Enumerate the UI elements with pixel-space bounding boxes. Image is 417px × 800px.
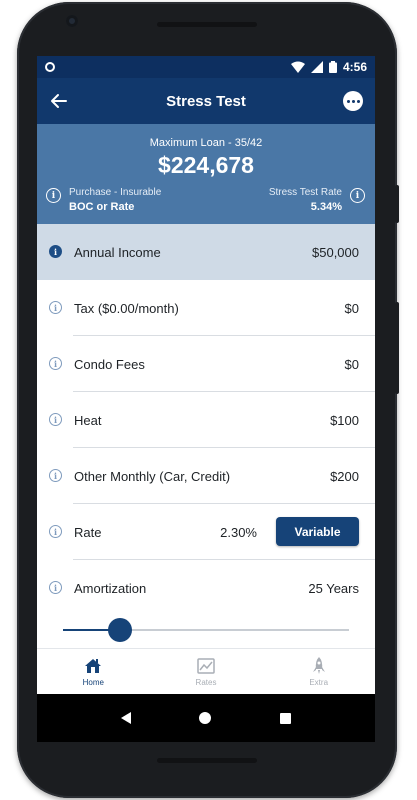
loan-summary: Maximum Loan - 35/42 $224,678 i Purchase…	[37, 124, 375, 224]
row-label: Tax ($0.00/month)	[74, 300, 179, 316]
wifi-icon	[290, 61, 305, 73]
info-icon[interactable]: i	[350, 188, 365, 203]
status-time: 4:56	[342, 60, 367, 74]
system-navigation-bar	[37, 694, 375, 742]
notification-icon	[45, 62, 55, 72]
row-label: Condo Fees	[74, 356, 145, 372]
info-icon[interactable]: i	[49, 245, 62, 258]
stress-test-rate-label: Stress Test Rate	[268, 187, 342, 198]
row-label: Rate	[74, 524, 102, 540]
stress-test-rate-value: 5.34%	[310, 201, 342, 213]
back-arrow-icon[interactable]	[49, 91, 69, 111]
volume-button	[395, 302, 399, 394]
row-annual-income[interactable]: i Annual Income $50,000	[37, 224, 375, 280]
row-other-monthly[interactable]: i Other Monthly (Car, Credit) $200	[37, 448, 375, 504]
system-recents-icon[interactable]	[279, 712, 291, 724]
row-heat[interactable]: i Heat $100	[37, 392, 375, 448]
row-label: Annual Income	[74, 244, 161, 260]
row-label: Amortization	[74, 580, 147, 596]
row-value: $100	[330, 412, 359, 428]
system-home-icon[interactable]	[199, 712, 212, 724]
earpiece-speaker	[157, 22, 257, 27]
row-amortization[interactable]: i Amortization 25 Years	[37, 560, 375, 616]
tab-extra[interactable]: Extra	[262, 649, 375, 694]
power-button	[395, 185, 399, 223]
system-back-icon[interactable]	[121, 712, 132, 724]
tab-label: Extra	[309, 678, 329, 687]
info-icon[interactable]: i	[49, 413, 62, 426]
row-label: Heat	[74, 412, 102, 428]
info-icon[interactable]: i	[49, 525, 62, 538]
row-rate[interactable]: i Rate 2.30% Variable	[37, 504, 375, 560]
info-icon[interactable]: i	[46, 188, 61, 203]
status-bar: 4:56	[37, 56, 375, 78]
row-value: $200	[330, 468, 359, 484]
info-icon[interactable]: i	[49, 469, 62, 482]
row-tax[interactable]: i Tax ($0.00/month) $0	[37, 280, 375, 336]
rocket-icon	[312, 657, 325, 674]
bottom-navigation: Home Rates Extra	[37, 648, 375, 694]
purchase-type-label: Purchase - Insurable	[69, 187, 162, 198]
summary-subtitle: Maximum Loan - 35/42	[149, 137, 263, 149]
amortization-slider[interactable]	[63, 616, 349, 644]
tab-label: Home	[82, 678, 104, 687]
more-icon[interactable]	[343, 91, 363, 111]
row-label: Other Monthly (Car, Credit)	[74, 468, 231, 484]
signal-icon	[310, 61, 323, 73]
row-value: $50,000	[312, 244, 359, 260]
row-value: 25 Years	[308, 580, 359, 596]
status-icons: 4:56	[290, 60, 367, 74]
tab-home[interactable]: Home	[37, 649, 150, 694]
variable-rate-button[interactable]: Variable	[276, 517, 359, 546]
home-icon	[85, 659, 102, 673]
front-camera	[66, 15, 78, 27]
tab-rates[interactable]: Rates	[150, 649, 263, 694]
screen: 4:56 Stress Test Maximum Loan - 35/42 $2…	[37, 56, 375, 742]
app-bar: Stress Test	[37, 78, 375, 124]
row-condo-fees[interactable]: i Condo Fees $0	[37, 336, 375, 392]
maximum-loan-amount: $224,678	[158, 152, 254, 178]
input-list: i Annual Income $50,000 i Tax ($0.00/mon…	[37, 224, 375, 616]
bottom-speaker	[157, 758, 257, 763]
row-value: $0	[344, 356, 359, 372]
slider-thumb[interactable]	[108, 618, 133, 642]
battery-icon	[328, 61, 337, 73]
info-icon[interactable]: i	[49, 301, 62, 314]
rate-value: 2.30%	[220, 524, 257, 540]
info-icon[interactable]: i	[49, 357, 62, 370]
chart-icon	[197, 658, 215, 674]
info-icon[interactable]: i	[49, 581, 62, 594]
purchase-type-value: BOC or Rate	[69, 201, 135, 213]
tab-label: Rates	[195, 678, 217, 687]
page-title: Stress Test	[166, 92, 246, 110]
row-value: $0	[344, 300, 359, 316]
